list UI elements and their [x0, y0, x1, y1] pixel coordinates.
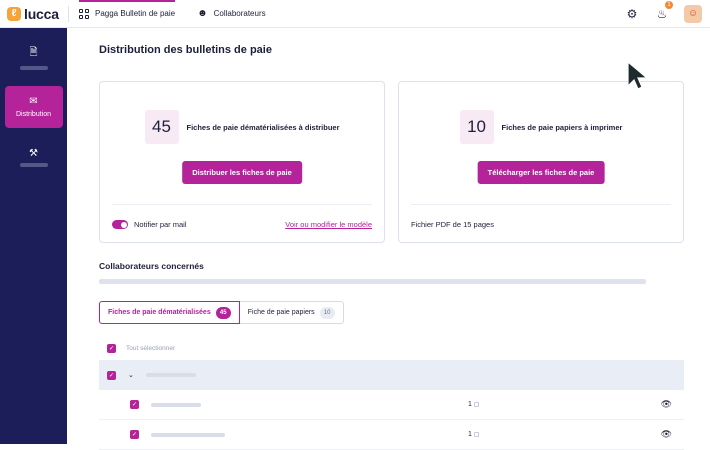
mail-icon: ✉ [29, 96, 38, 107]
gear-icon: ⚙ [626, 6, 638, 21]
notify-mail-toggle[interactable] [112, 220, 128, 229]
sidebar-item-tools[interactable]: ⚒ [5, 136, 63, 178]
employee-name-placeholder [151, 402, 201, 407]
user-avatar-icon: ☺ [687, 8, 699, 19]
sidebar-item-label: Distribution [15, 111, 51, 118]
group-name-placeholder [145, 373, 196, 377]
tab-count-badge: 10 [319, 306, 335, 319]
brand-name: lucca [24, 5, 59, 22]
notifications-button[interactable]: ♨ 1 [654, 0, 673, 22]
select-all-label: Tout sélectionner [126, 344, 176, 352]
employee-name-placeholder [151, 432, 225, 437]
digital-payslips-card: 45 Fiches de paie dématérialisées à dist… [99, 81, 385, 243]
digital-count: 45 [144, 110, 179, 144]
eye-icon[interactable]: 👁 [661, 429, 672, 440]
distribute-button[interactable]: Distribuer les fiches de paie [182, 161, 302, 184]
page-title: Distribution des bulletins de paie [99, 44, 272, 56]
table-row[interactable]: ✓ 1 👁 [99, 420, 684, 450]
tab-count-badge: 45 [215, 306, 231, 319]
file-icon [473, 402, 479, 407]
paper-count-label: Fiches de paie papiers à imprimer [501, 122, 623, 132]
tools-icon: ⚒ [29, 147, 38, 159]
tab-label: Fiche de paie papiers [247, 309, 315, 316]
select-all-row: ✓ Tout sélectionner [99, 336, 684, 360]
payslip-quantity: 1 [468, 431, 479, 438]
avatar[interactable]: ☺ [684, 4, 702, 23]
edit-template-link[interactable]: Voir ou modifier le modèle [285, 220, 372, 229]
tab-digital[interactable]: Fiches de paie dématérialisées 45 [99, 301, 240, 324]
download-button[interactable]: Télécharger les fiches de paie [477, 161, 605, 184]
apps-grid-icon [79, 8, 89, 19]
loading-bar [99, 279, 646, 284]
sidebar: 🗎 ✉ Distribution ⚒ [0, 28, 67, 444]
sidebar-item-distribution[interactable]: ✉ Distribution [4, 86, 63, 128]
paper-payslips-card: 10 Fiches de paie papiers à imprimer Tél… [398, 81, 684, 243]
select-all-checkbox[interactable]: ✓ [107, 343, 116, 353]
sidebar-label-placeholder [19, 162, 48, 167]
app-link-label: Collaborateurs [213, 9, 266, 18]
mouse-cursor-icon [627, 60, 649, 90]
app-link-collaborateurs[interactable]: ☻ Collaborateurs [197, 0, 266, 28]
users-icon: ☻ [197, 8, 208, 19]
app-link-label: Pagga Bulletin de paie [95, 9, 176, 18]
top-bar: ℓ lucca Pagga Bulletin de paie ☻ Collabo… [0, 0, 710, 28]
table-row[interactable]: ✓ 1 👁 [99, 390, 684, 420]
paper-count: 10 [459, 110, 494, 144]
sidebar-label-placeholder [19, 65, 48, 70]
group-row[interactable]: ✓ ⌄ [99, 360, 684, 390]
card-divider [112, 204, 372, 205]
tab-label: Fiches de paie dématérialisées [108, 309, 211, 316]
employee-list: ✓ Tout sélectionner ✓ ⌄ ✓ 1 👁 ✓ 1 👁 [99, 336, 684, 450]
eye-icon[interactable]: 👁 [661, 399, 672, 410]
digital-count-label: Fiches de paie dématérialisées à distrib… [186, 122, 340, 132]
topbar-divider [68, 5, 69, 22]
row-checkbox[interactable]: ✓ [130, 430, 139, 439]
file-icon [473, 432, 479, 437]
sidebar-item-documents[interactable]: 🗎 [5, 36, 63, 78]
card-divider [411, 204, 671, 205]
settings-button[interactable]: ⚙ [624, 6, 640, 22]
row-checkbox[interactable]: ✓ [130, 400, 139, 409]
pdf-info: Fichier PDF de 15 pages [411, 220, 494, 229]
main-content: Distribution des bulletins de paie 45 Fi… [67, 28, 710, 450]
tab-paper[interactable]: Fiche de paie papiers 10 [239, 301, 344, 324]
collapse-chevron-icon[interactable]: ⌄ [128, 371, 134, 379]
document-icon: 🗎 [29, 46, 38, 58]
lucca-logo-icon: ℓ [7, 6, 21, 21]
notify-mail-label: Notifier par mail [134, 220, 187, 229]
payslip-quantity: 1 [468, 401, 479, 408]
app-link-pagga[interactable]: Pagga Bulletin de paie [79, 0, 176, 28]
brand-logo[interactable]: ℓ lucca [0, 6, 68, 22]
notification-badge: 1 [665, 0, 673, 9]
payslip-type-tabs: Fiches de paie dématérialisées 45 Fiche … [99, 301, 344, 324]
bell-icon: ♨ [656, 6, 668, 21]
group-checkbox[interactable]: ✓ [107, 370, 116, 380]
section-title: Collaborateurs concernés [99, 261, 204, 271]
